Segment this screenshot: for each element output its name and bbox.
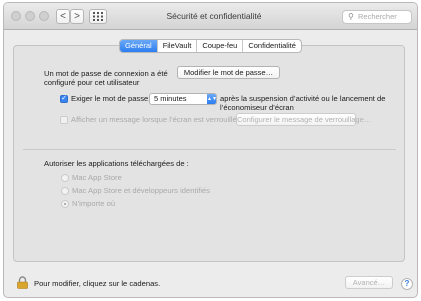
forward-button[interactable]: > (70, 9, 84, 24)
back-button[interactable]: < (56, 9, 70, 24)
password-delay-value: 5 minutes (154, 94, 187, 103)
title-bar: < > Sécurité et confidentialité ⚲ Recher… (4, 3, 417, 30)
tab-filevault[interactable]: FileVault (156, 40, 197, 52)
radio-identified-developers-label: Mac App Store et développeurs identifiés (72, 186, 211, 195)
preferences-window: < > Sécurité et confidentialité ⚲ Recher… (3, 2, 418, 298)
zoom-window-button[interactable] (39, 11, 49, 21)
require-password-checkbox[interactable]: ✓ (60, 95, 68, 103)
window-title: Sécurité et confidentialité (166, 11, 262, 21)
search-placeholder: Rechercher (358, 12, 397, 21)
show-all-button[interactable] (89, 9, 107, 24)
radio-anywhere-label: N’importe où (72, 199, 116, 208)
radio-identified-developers[interactable] (61, 187, 69, 195)
password-delay-description-line2: l’économiseur d’écran (220, 103, 294, 112)
radio-mac-app-store-label: Mac App Store (72, 173, 122, 182)
lock-icon[interactable] (17, 276, 28, 289)
checkmark-icon: ✓ (61, 95, 67, 102)
tab-privacy[interactable]: Confidentialité (242, 40, 301, 52)
radio-mac-app-store[interactable] (61, 174, 69, 182)
close-window-button[interactable] (11, 11, 21, 21)
chevron-updown-icon: ▲▼ (207, 94, 217, 104)
configure-lock-message-button[interactable]: Configurer le message de verrouillage… (236, 113, 371, 126)
tab-bar: Général FileVault Coupe-feu Confidential… (119, 39, 302, 53)
advanced-button[interactable]: Avancé… (345, 276, 393, 289)
tab-general[interactable]: Général (120, 40, 157, 52)
grid-icon (93, 12, 103, 21)
radio-selected-dot (64, 203, 66, 205)
section-divider (23, 149, 396, 150)
show-lock-message-label: Afficher un message lorsque l’écran est … (71, 115, 237, 124)
help-button[interactable]: ? (401, 278, 413, 290)
downloads-heading: Autoriser les applications téléchargées … (44, 159, 189, 168)
radio-anywhere[interactable] (61, 200, 69, 208)
change-password-button[interactable]: Modifier le mot de passe… (177, 66, 280, 79)
require-password-label: Exiger le mot de passe (71, 94, 149, 103)
search-icon: ⚲ (348, 12, 354, 21)
show-lock-message-checkbox[interactable] (60, 116, 68, 124)
password-delay-select[interactable]: 5 minutes ▲▼ (149, 93, 217, 105)
minimize-window-button[interactable] (25, 11, 35, 21)
lock-instruction-text: Pour modifier, cliquez sur le cadenas. (34, 279, 161, 288)
password-status-text-line2: configuré pour cet utilisateur (44, 78, 140, 87)
search-field[interactable]: ⚲ Rechercher (342, 10, 412, 24)
tab-firewall[interactable]: Coupe-feu (196, 40, 242, 52)
